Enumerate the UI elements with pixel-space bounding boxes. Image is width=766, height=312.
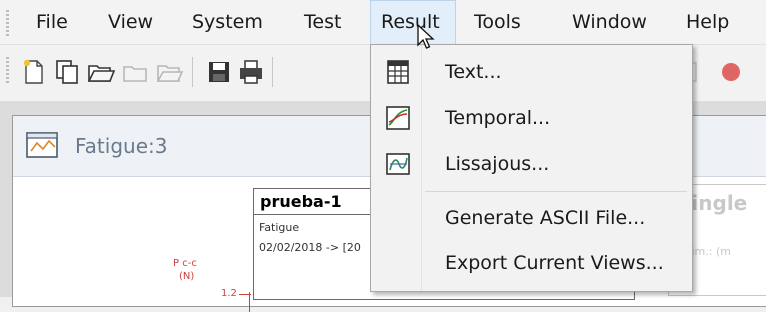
- menu-item-text[interactable]: Text...: [371, 53, 692, 91]
- test-type: Fatigue: [259, 221, 300, 234]
- menu-help[interactable]: Help: [676, 0, 739, 44]
- menu-view[interactable]: View: [98, 0, 163, 44]
- record-icon[interactable]: [716, 57, 746, 87]
- toolbar-separator: [272, 57, 273, 87]
- table-icon: [387, 60, 409, 84]
- menu-test[interactable]: Test: [294, 0, 351, 44]
- copy-icon[interactable]: [52, 57, 82, 87]
- menu-item-lissajous-label: Lissajous...: [445, 153, 550, 175]
- document-icon: [26, 132, 58, 158]
- menu-bar-grip[interactable]: [6, 10, 9, 36]
- mouse-cursor-icon: [417, 24, 435, 49]
- chart-y-label: P c-c: [173, 258, 197, 269]
- menu-item-temporal[interactable]: Temporal...: [371, 99, 692, 137]
- chart-y-unit: (N): [179, 271, 195, 282]
- open-disabled-icon[interactable]: [154, 57, 184, 87]
- menu-item-generate-ascii-label: Generate ASCII File...: [445, 207, 646, 229]
- menu-item-export-views-label: Export Current Views...: [445, 252, 664, 274]
- result-menu-dropdown: Text... Temporal... Lissajous... Generat…: [370, 44, 693, 292]
- menu-window[interactable]: Window: [562, 0, 657, 44]
- menu-item-export-views[interactable]: Export Current Views...: [371, 244, 692, 282]
- open-folder-icon[interactable]: [86, 57, 116, 87]
- toolbar-separator: [192, 57, 193, 87]
- folder-disabled-icon[interactable]: [120, 57, 150, 87]
- document-title: Fatigue:3: [75, 134, 168, 158]
- toolbar-grip[interactable]: [6, 57, 9, 83]
- lissajous-chart-icon: [386, 153, 410, 175]
- print-icon[interactable]: [236, 57, 266, 87]
- menu-result[interactable]: Result: [370, 0, 456, 44]
- test-date: 02/02/2018 -> [20: [259, 241, 361, 254]
- menu-item-text-label: Text...: [445, 61, 502, 83]
- new-file-icon[interactable]: [18, 57, 48, 87]
- menu-item-lissajous[interactable]: Lissajous...: [371, 145, 692, 183]
- menu-separator: [425, 191, 687, 192]
- menu-system[interactable]: System: [182, 0, 273, 44]
- menu-item-generate-ascii[interactable]: Generate ASCII File...: [371, 199, 692, 237]
- menu-item-temporal-label: Temporal...: [445, 107, 551, 129]
- menu-file[interactable]: File: [26, 0, 78, 44]
- chart-y-tick: 1.2: [221, 288, 237, 299]
- save-icon[interactable]: [204, 57, 234, 87]
- temporal-chart-icon: [386, 106, 410, 130]
- chart-y-axis: [249, 292, 250, 312]
- menu-bar: File View System Test Result Tools Windo…: [0, 0, 766, 45]
- menu-tools[interactable]: Tools: [464, 0, 531, 44]
